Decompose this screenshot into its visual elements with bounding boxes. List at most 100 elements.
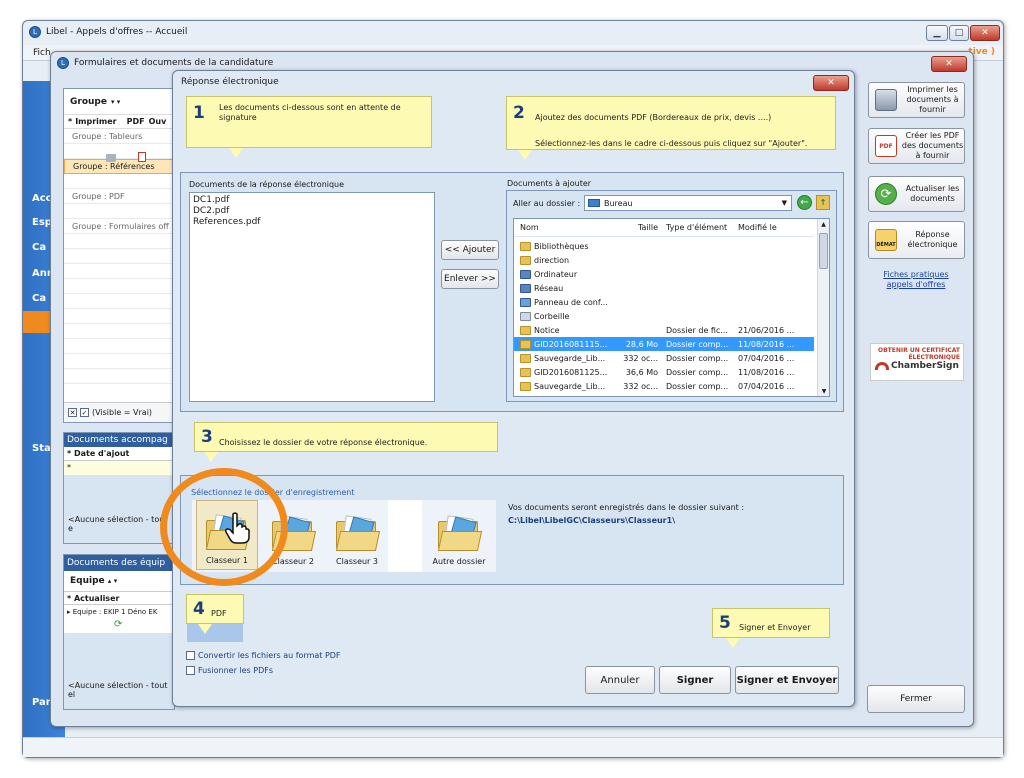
scroll-up-icon[interactable]: ▲ [818, 219, 829, 231]
file-row[interactable]: GID2016081125... 36,6 Mo Dossier comp... 11… [514, 365, 814, 379]
group-row-tableurs[interactable]: Groupe : Tableurs [64, 129, 174, 144]
refresh-docs-label: Actualiser les documents [905, 184, 960, 203]
docs-list-item[interactable]: DC1.pdf [193, 195, 431, 206]
scroll-thumb[interactable] [819, 233, 828, 269]
cancel-button[interactable]: Annuler [585, 666, 655, 694]
convert-pdf-option[interactable]: Convertir les fichiers au format PDF [186, 651, 341, 660]
file-row[interactable]: direction [514, 253, 814, 267]
doc-row[interactable] [64, 324, 174, 339]
forms-window-title: Formulaires et documents de la candidatu… [74, 58, 274, 68]
docs-list[interactable]: DC1.pdf DC2.pdf References.pdf [189, 192, 435, 402]
docs-list-item[interactable]: References.pdf [193, 217, 431, 228]
new-row[interactable]: * [64, 461, 174, 475]
col-taille[interactable]: Taille [618, 223, 662, 232]
go-back-icon[interactable]: ← [797, 195, 812, 210]
equipe-header-label[interactable]: Equipe [70, 576, 105, 586]
docs-list-item[interactable]: DC2.pdf [193, 206, 431, 217]
doc-row[interactable] [64, 279, 174, 294]
merge-pdf-option[interactable]: Fusionner les PDFs [186, 666, 273, 675]
sign-button[interactable]: Signer [659, 666, 731, 694]
close-forms-button[interactable]: Fermer [867, 685, 965, 713]
filter-checkbox[interactable]: ✓ [80, 408, 89, 417]
file-row[interactable]: Sauvegarde_Lib... 332 oc... Dossier comp..… [514, 379, 814, 393]
dialog-close-button[interactable]: ✕ [813, 75, 849, 91]
callout-3-tail [204, 452, 218, 462]
col-imprimer[interactable]: Imprimer [75, 117, 116, 126]
file-name: direction [534, 255, 570, 265]
print-docs-button[interactable]: Imprimer les documents à fournir [868, 82, 965, 118]
folder-autre-label: Autre dossier [432, 557, 486, 566]
electronic-response-button[interactable]: DÉMAT Réponse électronique [868, 221, 965, 259]
visible-filter-bar: ✕ ✓ (Visible = Vrai) [64, 402, 174, 422]
refresh-small-icon[interactable]: ⟳ [114, 619, 122, 630]
doc-row[interactable] [64, 249, 174, 264]
minimize-button[interactable]: ▁ [926, 25, 948, 41]
doc-row[interactable] [64, 204, 174, 219]
doc-row[interactable] [64, 264, 174, 279]
doc-row[interactable] [64, 174, 174, 189]
folder-autre-dossier[interactable]: Autre dossier [424, 500, 494, 570]
file-list[interactable]: Nom Taille Type d'élément Modifié le Bib… [513, 218, 830, 397]
file-row[interactable]: Notice Dossier de fic... 21/06/2016 ... [514, 323, 814, 337]
fiches-pratiques-link[interactable]: Fiches pratiques appels d'offres [872, 270, 960, 290]
doc-row[interactable] [64, 294, 174, 309]
file-row-selected[interactable]: GID2016081115... 28,6 Mo Dossier comp... 11… [514, 337, 814, 351]
file-name: Notice [534, 325, 560, 335]
file-row[interactable]: Panneau de conf... [514, 295, 814, 309]
cert-line1: OBTENIR UN CERTIFICAT [878, 347, 960, 354]
file-row[interactable]: Bibliothèques [514, 239, 814, 253]
col-actualiser[interactable]: Actualiser [74, 594, 119, 603]
equipe-row[interactable]: ▸ Equipe : EKIP 1 Déno EK [64, 605, 174, 619]
folder-icon [520, 325, 531, 335]
col-type[interactable]: Type d'élément [662, 223, 734, 232]
docs-label: Documents de la réponse électronique [189, 180, 345, 189]
no-selection-text-1: <Aucune sélection - tout e [68, 515, 168, 533]
group-row-references[interactable]: Groupe : Références [64, 159, 174, 174]
printer-icon [875, 89, 897, 111]
doc-row[interactable] [64, 354, 174, 369]
convert-pdf-checkbox[interactable] [186, 651, 195, 660]
maximize-button[interactable]: □ [949, 25, 969, 41]
doc-row[interactable] [64, 369, 174, 384]
pdf-icon[interactable] [138, 152, 146, 162]
file-list-scrollbar[interactable]: ▲ ▼ [817, 219, 829, 396]
col-pdf[interactable]: PDF [127, 117, 145, 126]
merge-pdf-checkbox[interactable] [186, 666, 195, 675]
equipe-sort-icon[interactable]: ▴ ▾ [108, 577, 117, 585]
doc-row[interactable] [64, 309, 174, 324]
group-row-formulaires[interactable]: Groupe : Formulaires off [64, 219, 174, 234]
menu-fichier[interactable]: Fich [33, 48, 51, 58]
group-header-label[interactable]: Groupe [70, 97, 107, 107]
create-pdf-button[interactable]: PDF Créer les PDF des documents à fourni… [868, 128, 965, 164]
col-nom[interactable]: Nom [514, 223, 618, 232]
chambersign-banner[interactable]: OBTENIR UN CERTIFICAT ÉLECTRONIQUE Chamb… [870, 343, 964, 381]
group-row-pdf[interactable]: Groupe : PDF [64, 189, 174, 204]
col-modifie[interactable]: Modifié le [734, 223, 812, 232]
file-row[interactable]: Sauvegarde_Lib... 332 oc... Dossier comp..… [514, 351, 814, 365]
zip-folder-icon [520, 367, 531, 377]
scroll-down-icon[interactable]: ▼ [818, 386, 829, 396]
save-info-text: Vos documents seront enregistrés dans le… [508, 503, 745, 512]
equipe-refresh-row: ⟳ [64, 619, 174, 633]
doc-row[interactable] [64, 144, 174, 159]
folder-up-icon[interactable]: ↑ [816, 195, 830, 210]
add-button[interactable]: << Ajouter [441, 240, 499, 260]
file-row[interactable]: Corbeille [514, 309, 814, 323]
remove-button[interactable]: Enlever >> [441, 269, 499, 289]
folder-classeur-3[interactable]: Classeur 3 [326, 500, 388, 570]
col-date-ajout[interactable]: Date d'ajout [74, 449, 129, 458]
forms-close-button[interactable]: ✕ [931, 56, 967, 72]
doc-row[interactable] [64, 234, 174, 249]
col-ouv[interactable]: Ouv [149, 117, 167, 126]
filter-clear-icon[interactable]: ✕ [68, 408, 77, 417]
refresh-docs-button[interactable]: ⟳ Actualiser les documents [868, 176, 965, 212]
sign-and-send-button[interactable]: Signer et Envoyer [735, 666, 839, 694]
file-row[interactable]: Réseau [514, 281, 814, 295]
goto-folder-select[interactable]: Bureau ▼ [584, 195, 792, 211]
file-row[interactable]: Ordinateur [514, 267, 814, 281]
doc-row[interactable] [64, 339, 174, 354]
step-3-number: 3 [201, 427, 213, 447]
main-close-button[interactable]: ✕ [970, 25, 1000, 41]
printer-icon[interactable] [106, 154, 116, 162]
group-sort-icon[interactable]: ▾ ▾ [111, 98, 120, 106]
